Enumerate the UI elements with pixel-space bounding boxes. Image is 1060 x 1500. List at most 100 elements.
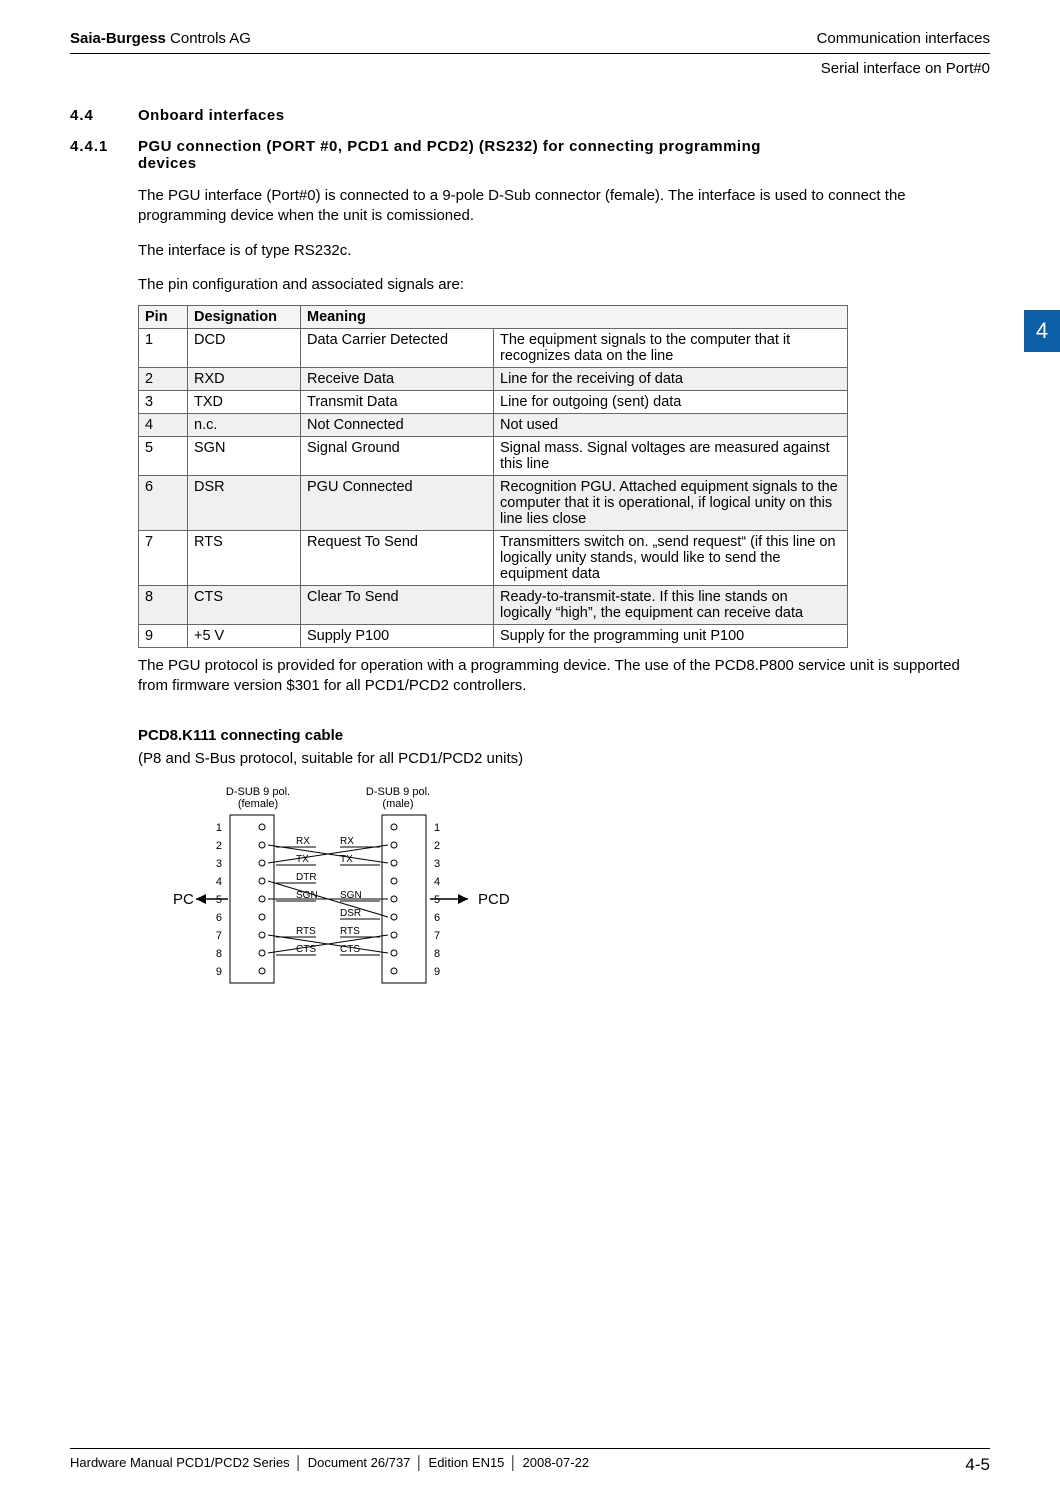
table-row: 2RXDReceive DataLine for the receiving o… bbox=[139, 368, 848, 391]
chapter-side-tab: 4 bbox=[1024, 310, 1060, 352]
svg-text:1: 1 bbox=[216, 822, 222, 834]
svg-text:7: 7 bbox=[216, 930, 222, 942]
table-cell: CTS bbox=[188, 586, 301, 625]
svg-text:(female): (female) bbox=[238, 798, 278, 810]
table-cell: RTS bbox=[188, 531, 301, 586]
svg-text:2: 2 bbox=[216, 840, 222, 852]
svg-text:9: 9 bbox=[216, 966, 222, 978]
table-cell: Recognition PGU. Attached equipment sign… bbox=[494, 476, 848, 531]
table-cell: Transmit Data bbox=[301, 391, 494, 414]
th-meaning: Meaning bbox=[301, 306, 848, 329]
svg-text:1: 1 bbox=[434, 822, 440, 834]
company-rest: Controls AG bbox=[166, 30, 251, 47]
table-cell: Receive Data bbox=[301, 368, 494, 391]
table-row: 4n.c.Not ConnectedNot used bbox=[139, 414, 848, 437]
table-row: 7RTSRequest To SendTransmitters switch o… bbox=[139, 531, 848, 586]
footer-left: Hardware Manual PCD1/PCD2 Series│Documen… bbox=[70, 1455, 589, 1475]
svg-text:8: 8 bbox=[434, 948, 440, 960]
svg-text:RTS: RTS bbox=[296, 926, 316, 937]
paragraph-2: The interface is of type RS232c. bbox=[138, 241, 990, 261]
footer-part: Hardware Manual PCD1/PCD2 Series bbox=[70, 1455, 290, 1470]
table-row: 3TXDTransmit DataLine for outgoing (sent… bbox=[139, 391, 848, 414]
svg-text:7: 7 bbox=[434, 930, 440, 942]
page-footer: Hardware Manual PCD1/PCD2 Series│Documen… bbox=[70, 1448, 990, 1475]
table-cell: Supply for the programming unit P100 bbox=[494, 625, 848, 648]
svg-text:DTR: DTR bbox=[296, 872, 317, 883]
page-header: Saia-Burgess Controls AG Communication i… bbox=[70, 30, 990, 54]
table-cell: TXD bbox=[188, 391, 301, 414]
footer-part: 2008-07-22 bbox=[523, 1455, 590, 1470]
table-cell: PGU Connected bbox=[301, 476, 494, 531]
svg-text:3: 3 bbox=[434, 858, 440, 870]
table-cell: RXD bbox=[188, 368, 301, 391]
svg-text:6: 6 bbox=[216, 912, 222, 924]
section-4-4-1-number: 4.4.1 bbox=[70, 138, 138, 172]
svg-text:2: 2 bbox=[434, 840, 440, 852]
svg-text:RX: RX bbox=[296, 836, 310, 847]
table-cell: Request To Send bbox=[301, 531, 494, 586]
table-row: 6DSRPGU ConnectedRecognition PGU. Attach… bbox=[139, 476, 848, 531]
svg-text:RX: RX bbox=[340, 836, 354, 847]
table-row: 9+5 VSupply P100Supply for the programmi… bbox=[139, 625, 848, 648]
table-cell: 6 bbox=[139, 476, 188, 531]
cable-title: PCD8.K111 connecting cable bbox=[138, 727, 990, 744]
table-cell: Not Connected bbox=[301, 414, 494, 437]
table-cell: 9 bbox=[139, 625, 188, 648]
section-4-4-title: Onboard interfaces bbox=[138, 107, 285, 124]
table-cell: 3 bbox=[139, 391, 188, 414]
table-cell: Supply P100 bbox=[301, 625, 494, 648]
th-pin: Pin bbox=[139, 306, 188, 329]
svg-text:6: 6 bbox=[434, 912, 440, 924]
table-cell: 5 bbox=[139, 437, 188, 476]
svg-text:4: 4 bbox=[434, 876, 440, 888]
header-sub-right: Serial interface on Port#0 bbox=[70, 60, 990, 77]
table-cell: Not used bbox=[494, 414, 848, 437]
svg-text:RTS: RTS bbox=[340, 926, 360, 937]
table-cell: Signal mass. Signal voltages are measure… bbox=[494, 437, 848, 476]
svg-text:PCD: PCD bbox=[478, 891, 510, 908]
table-row: 8CTSClear To SendReady-to-transmit-state… bbox=[139, 586, 848, 625]
paragraph-3: The pin configuration and associated sig… bbox=[138, 275, 990, 295]
svg-text:CTS: CTS bbox=[296, 944, 316, 955]
pin-table: Pin Designation Meaning 1DCDData Carrier… bbox=[138, 305, 848, 648]
company-bold: Saia-Burgess bbox=[70, 30, 166, 47]
th-designation: Designation bbox=[188, 306, 301, 329]
table-cell: Transmitters switch on. „send request“ (… bbox=[494, 531, 848, 586]
table-cell: The equipment signals to the computer th… bbox=[494, 329, 848, 368]
table-row: 5SGNSignal GroundSignal mass. Signal vol… bbox=[139, 437, 848, 476]
company-name: Saia-Burgess Controls AG bbox=[70, 30, 251, 47]
svg-text:DSR: DSR bbox=[340, 908, 361, 919]
cable-subtitle: (P8 and S-Bus protocol, suitable for all… bbox=[138, 750, 990, 767]
paragraph-4: The PGU protocol is provided for operati… bbox=[138, 656, 990, 697]
table-cell: 4 bbox=[139, 414, 188, 437]
paragraph-1: The PGU interface (Port#0) is connected … bbox=[138, 186, 990, 227]
svg-text:CTS: CTS bbox=[340, 944, 360, 955]
table-cell: 1 bbox=[139, 329, 188, 368]
table-row: 1DCDData Carrier DetectedThe equipment s… bbox=[139, 329, 848, 368]
table-cell: Data Carrier Detected bbox=[301, 329, 494, 368]
section-4-4-number: 4.4 bbox=[70, 107, 138, 124]
table-cell: 7 bbox=[139, 531, 188, 586]
table-cell: n.c. bbox=[188, 414, 301, 437]
table-cell: DCD bbox=[188, 329, 301, 368]
header-right: Communication interfaces bbox=[817, 30, 990, 47]
table-cell: SGN bbox=[188, 437, 301, 476]
table-cell: Ready-to-transmit-state. If this line st… bbox=[494, 586, 848, 625]
table-cell: Clear To Send bbox=[301, 586, 494, 625]
page-number: 4-5 bbox=[965, 1455, 990, 1475]
svg-text:PC: PC bbox=[173, 891, 194, 908]
table-cell: DSR bbox=[188, 476, 301, 531]
table-cell: Line for outgoing (sent) data bbox=[494, 391, 848, 414]
svg-text:5: 5 bbox=[216, 894, 222, 906]
section-4-4-1-title: PGU connection (PORT #0, PCD1 and PCD2) … bbox=[138, 138, 778, 172]
svg-text:8: 8 bbox=[216, 948, 222, 960]
svg-text:5: 5 bbox=[434, 894, 440, 906]
table-cell: 2 bbox=[139, 368, 188, 391]
table-cell: 8 bbox=[139, 586, 188, 625]
svg-text:TX: TX bbox=[296, 854, 309, 865]
svg-text:9: 9 bbox=[434, 966, 440, 978]
footer-part: Document 26/737 bbox=[308, 1455, 411, 1470]
svg-text:4: 4 bbox=[216, 876, 222, 888]
svg-text:3: 3 bbox=[216, 858, 222, 870]
table-cell: +5 V bbox=[188, 625, 301, 648]
